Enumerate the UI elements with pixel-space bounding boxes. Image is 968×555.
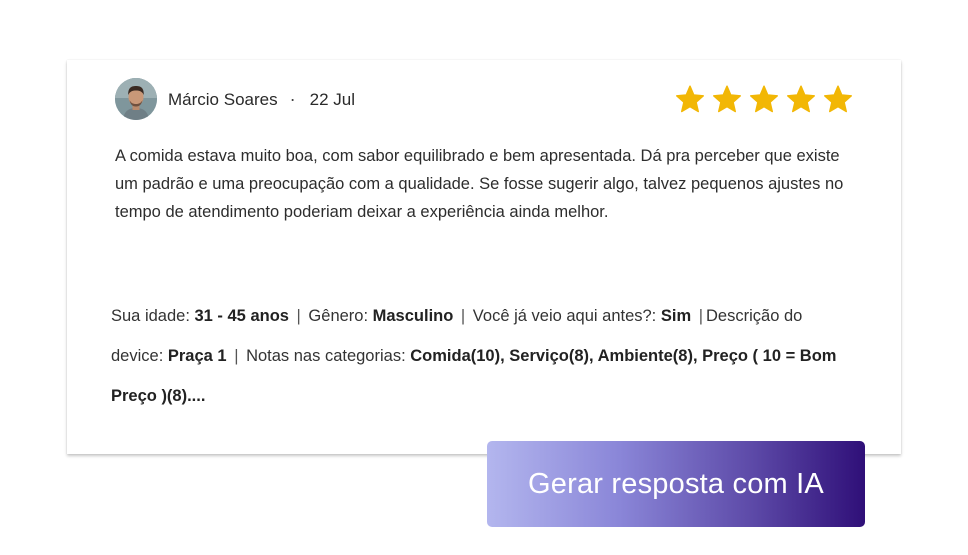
star-icon [676, 85, 704, 113]
visited-label: Você já veio aqui antes?: [468, 307, 661, 325]
separator-dot: · [289, 89, 296, 109]
author-name: Márcio Soares [168, 89, 278, 109]
avatar-portrait-icon [115, 78, 157, 120]
review-date: 22 Jul [309, 89, 355, 109]
divider: | [296, 307, 301, 325]
star-icon [824, 85, 852, 113]
divider: | [698, 307, 704, 325]
gender-value: Masculino [372, 307, 454, 325]
star-rating [675, 85, 853, 113]
star-icon [713, 85, 741, 113]
avatar [115, 78, 157, 120]
age-label: Sua idade: [111, 307, 195, 325]
review-metadata: Sua idade: 31 - 45 anos | Gênero: Mascul… [111, 296, 851, 416]
device-value: Praça 1 [167, 347, 227, 365]
divider: | [460, 307, 466, 325]
gender-label: Gênero: [303, 307, 373, 325]
review-header: Márcio Soares · 22 Jul [168, 89, 355, 110]
age-value: 31 - 45 anos [194, 307, 289, 325]
visited-value: Sim [660, 307, 692, 325]
review-text: A comida estava muito boa, com sabor equ… [115, 147, 844, 221]
star-icon [750, 85, 778, 113]
generate-ai-response-button[interactable]: Gerar resposta com IA [487, 441, 865, 527]
divider: | [234, 347, 239, 365]
categories-label: Notas nas categorias: [241, 347, 411, 365]
star-icon [787, 85, 815, 113]
review-card: Márcio Soares · 22 Jul A comida estava m… [67, 60, 901, 454]
